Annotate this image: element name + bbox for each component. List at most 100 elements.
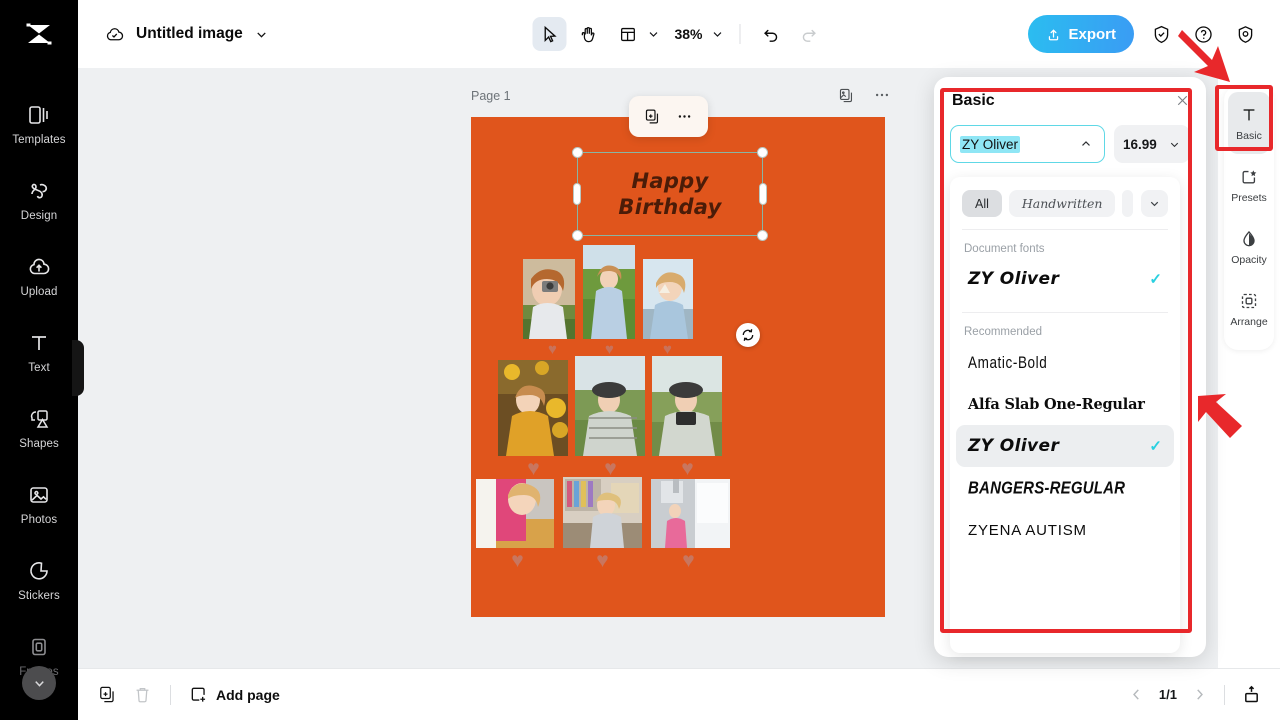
photo-child-playroom bbox=[563, 477, 642, 548]
photo-cell[interactable] bbox=[651, 479, 730, 548]
document-title-group[interactable]: Untitled image bbox=[104, 24, 269, 45]
hand-tool-button[interactable] bbox=[570, 17, 604, 51]
delete-page-button[interactable] bbox=[133, 685, 152, 704]
bottom-divider bbox=[170, 685, 171, 705]
sidebar-panel-handle[interactable] bbox=[72, 340, 84, 396]
sidebar-label-photos: Photos bbox=[21, 514, 57, 526]
basic-text-panel: Basic ZY Oliver 16.99 All Handwritten bbox=[934, 77, 1206, 657]
photo-cell[interactable] bbox=[498, 360, 568, 456]
export-label: Export bbox=[1068, 26, 1116, 43]
cloud-saved-icon bbox=[104, 24, 125, 45]
chevron-up-icon bbox=[1079, 137, 1093, 151]
resize-handle-top-left[interactable] bbox=[572, 147, 583, 158]
resize-handle-left[interactable] bbox=[573, 183, 581, 205]
font-filter-chips: All Handwritten bbox=[950, 177, 1180, 217]
duplicate-page-button[interactable] bbox=[838, 87, 855, 104]
question-circle-icon bbox=[1193, 24, 1214, 45]
chevron-down-icon bbox=[1168, 138, 1181, 151]
photo-child-camera bbox=[523, 259, 575, 339]
photo-child-pink bbox=[476, 479, 554, 548]
font-size-select[interactable]: 16.99 bbox=[1114, 125, 1190, 163]
export-button[interactable]: Export bbox=[1028, 15, 1134, 53]
photo-child-camera-field bbox=[652, 356, 722, 456]
resize-handle-bottom-left[interactable] bbox=[572, 230, 583, 241]
photo-cell[interactable] bbox=[563, 477, 642, 548]
document-fonts-label: Document fonts bbox=[950, 230, 1180, 258]
photo-cell[interactable] bbox=[643, 259, 693, 339]
trash-icon bbox=[133, 685, 152, 704]
sidebar-label-templates: Templates bbox=[12, 134, 65, 146]
sidebar-item-photos[interactable]: Photos bbox=[0, 466, 78, 542]
text-element-selection[interactable]: Happy Birthday bbox=[577, 152, 763, 236]
document-title: Untitled image bbox=[136, 25, 243, 43]
right-rail-label-opacity: Opacity bbox=[1231, 254, 1267, 266]
sidebar-item-templates[interactable]: Templates bbox=[0, 86, 78, 162]
layout-tool-button[interactable] bbox=[608, 17, 662, 51]
font-filter-partial[interactable] bbox=[1122, 190, 1133, 217]
settings-shield-icon bbox=[1235, 24, 1256, 45]
photo-cell[interactable] bbox=[583, 245, 635, 339]
next-page-button[interactable] bbox=[1191, 686, 1208, 703]
add-page-button[interactable]: Add page bbox=[189, 685, 280, 704]
zoom-control[interactable]: 38% bbox=[666, 26, 726, 42]
help-button[interactable] bbox=[1188, 19, 1218, 49]
font-option-zyena-autism[interactable]: ZYENA AUTISM bbox=[956, 509, 1174, 551]
sidebar-item-stickers[interactable]: Stickers bbox=[0, 542, 78, 618]
photo-cell[interactable] bbox=[652, 356, 722, 456]
select-tool-button[interactable] bbox=[532, 17, 566, 51]
sidebar-item-shapes[interactable]: Shapes bbox=[0, 390, 78, 466]
sidebar-item-upload[interactable]: Upload bbox=[0, 238, 78, 314]
font-option-alfa-slab-one-regular[interactable]: Alfa Slab One-Regular bbox=[956, 383, 1174, 425]
resize-handle-top-right[interactable] bbox=[757, 147, 768, 158]
add-page-label: Add page bbox=[216, 687, 280, 703]
element-more-options-button[interactable] bbox=[676, 108, 693, 125]
sidebar-collapse-button[interactable] bbox=[22, 666, 56, 700]
font-filter-all[interactable]: All bbox=[962, 190, 1002, 217]
prev-page-button[interactable] bbox=[1128, 686, 1145, 703]
settings-button[interactable] bbox=[1230, 19, 1260, 49]
font-dropdown: All Handwritten Document fonts ZY Oliver… bbox=[950, 177, 1180, 653]
right-rail-item-presets[interactable]: Presets bbox=[1228, 154, 1270, 216]
panel-close-button[interactable] bbox=[1174, 92, 1191, 114]
font-option-bangers-regular[interactable]: BANGERS-REGULAR bbox=[956, 467, 1174, 509]
right-rail-item-arrange[interactable]: Arrange bbox=[1228, 278, 1270, 340]
photo-cell[interactable] bbox=[476, 479, 554, 548]
chevron-down-icon bbox=[1148, 197, 1161, 210]
font-option-name: ZYENA AUTISM bbox=[968, 522, 1087, 539]
font-option-amatic-bold[interactable]: Amatic-Bold bbox=[956, 341, 1174, 383]
undo-button[interactable] bbox=[754, 17, 788, 51]
app-logo[interactable] bbox=[0, 0, 78, 68]
heart-icon: ♥ bbox=[507, 551, 528, 571]
sidebar-item-list: Templates Design Upload Text bbox=[0, 68, 78, 694]
redo-button[interactable] bbox=[792, 17, 826, 51]
font-filter-handwritten[interactable]: Handwritten bbox=[1009, 190, 1116, 217]
resize-handle-bottom-right[interactable] bbox=[757, 230, 768, 241]
rotate-handle[interactable] bbox=[736, 323, 760, 347]
redo-icon bbox=[799, 25, 818, 44]
rotate-handle-icon bbox=[740, 327, 756, 343]
font-filter-expand-button[interactable] bbox=[1141, 190, 1168, 217]
font-option-document-zy-oliver[interactable]: ZY Oliver ✓ bbox=[956, 258, 1174, 300]
export-upload-button[interactable] bbox=[1241, 684, 1262, 705]
font-option-zy-oliver[interactable]: ZY Oliver ✓ bbox=[956, 425, 1174, 467]
resize-handle-right[interactable] bbox=[759, 183, 767, 205]
sidebar-item-text[interactable]: Text bbox=[0, 314, 78, 390]
right-rail-item-opacity[interactable]: Opacity bbox=[1228, 216, 1270, 278]
shield-check-button[interactable] bbox=[1146, 19, 1176, 49]
heart-icon: ♥ bbox=[660, 343, 675, 357]
top-toolbar: Untitled image 38% bbox=[78, 0, 1280, 68]
chevron-down-icon[interactable] bbox=[254, 27, 269, 42]
undo-icon bbox=[761, 25, 780, 44]
upload-share-icon bbox=[1046, 27, 1061, 42]
sidebar-item-design[interactable]: Design bbox=[0, 162, 78, 238]
font-name-input[interactable]: ZY Oliver bbox=[950, 125, 1105, 163]
photo-cell[interactable] bbox=[575, 356, 645, 456]
bottom-duplicate-page-button[interactable] bbox=[98, 685, 117, 704]
shield-check-icon bbox=[1151, 24, 1172, 45]
duplicate-element-button[interactable] bbox=[644, 108, 661, 125]
right-property-rail: Basic Presets Opacity Arrange bbox=[1218, 68, 1280, 668]
sidebar-label-stickers: Stickers bbox=[18, 590, 60, 602]
photo-cell[interactable] bbox=[523, 259, 575, 339]
right-rail-item-basic[interactable]: Basic bbox=[1228, 92, 1270, 154]
page-more-options-button[interactable] bbox=[873, 86, 891, 104]
